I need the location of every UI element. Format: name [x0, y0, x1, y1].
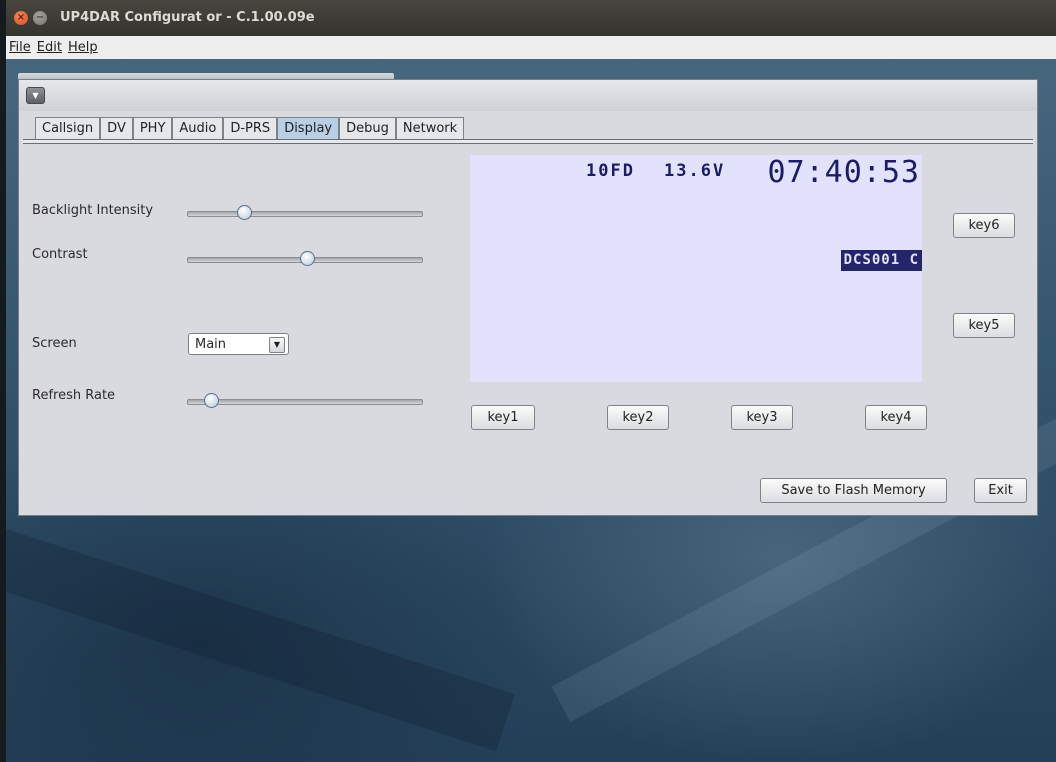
key3-button[interactable]: key3 [731, 405, 793, 430]
key4-button[interactable]: key4 [865, 405, 927, 430]
menu-file[interactable]: File [6, 40, 34, 55]
tab-debug[interactable]: Debug [339, 117, 396, 139]
lcd-preview: 10FD 13.6V 07:40:53 DCS001 C [470, 155, 922, 382]
tab-network[interactable]: Network [395, 117, 465, 139]
lcd-status-b: 13.6V [664, 161, 726, 181]
window-menu-icon[interactable]: ▼ [26, 87, 45, 104]
contrast-label: Contrast [32, 247, 88, 262]
tab-d-prs[interactable]: D-PRS [223, 117, 278, 139]
screen-edge [0, 0, 6, 762]
tab-callsign[interactable]: Callsign [35, 117, 101, 139]
slider-thumb[interactable] [300, 251, 316, 266]
menu-help[interactable]: Help [65, 40, 101, 55]
key1-button[interactable]: key1 [471, 405, 535, 430]
exit-button[interactable]: Exit [974, 478, 1027, 503]
backlight-slider[interactable] [187, 205, 423, 221]
close-icon[interactable]: × [14, 11, 28, 25]
key2-button[interactable]: key2 [607, 405, 669, 430]
internal-frame-header: ▼ [19, 80, 1037, 111]
tab-display[interactable]: Display [277, 117, 340, 139]
menu-help-label: Help [67, 40, 98, 55]
screen-select[interactable]: Main ▼ [188, 333, 289, 355]
save-flash-button[interactable]: Save to Flash Memory [760, 478, 947, 503]
key5-button[interactable]: key5 [953, 313, 1015, 338]
window-title: UP4DAR Configurat or - C.1.00.09e [60, 10, 315, 25]
tab-audio[interactable]: Audio [172, 117, 224, 139]
screen-label: Screen [32, 336, 77, 351]
tab-phy[interactable]: PHY [132, 117, 173, 139]
menu-edit[interactable]: Edit [34, 40, 65, 55]
slider-thumb[interactable] [236, 205, 252, 220]
wallpaper-streak [0, 508, 515, 752]
chevron-down-icon[interactable]: ▼ [269, 337, 285, 353]
lcd-status-a: 10FD [586, 161, 635, 181]
lcd-reflector: DCS001 C [840, 250, 922, 271]
menu-edit-label: Edit [36, 40, 62, 55]
tab-dv[interactable]: DV [100, 117, 133, 139]
slider-track [187, 399, 423, 405]
tab-bar: Callsign DV PHY Audio D-PRS Display Debug Netwo… [35, 116, 465, 139]
minimize-icon[interactable]: − [33, 11, 47, 25]
lcd-clock: 07:40:53 [767, 155, 920, 190]
key6-button[interactable]: key6 [953, 213, 1015, 238]
refresh-label: Refresh Rate [32, 388, 116, 403]
slider-thumb[interactable] [203, 393, 219, 408]
menu-file-label: File [9, 40, 31, 55]
refresh-slider[interactable] [187, 393, 423, 409]
slider-track [187, 211, 423, 217]
backlight-label: Backlight Intensity [32, 203, 154, 218]
screen-select-value: Main [195, 337, 227, 352]
menu-bar: File Edit Help [6, 36, 1056, 59]
window-titlebar: × − UP4DAR Configurat or - C.1.00.09e [6, 0, 1056, 36]
contrast-slider[interactable] [187, 251, 423, 267]
